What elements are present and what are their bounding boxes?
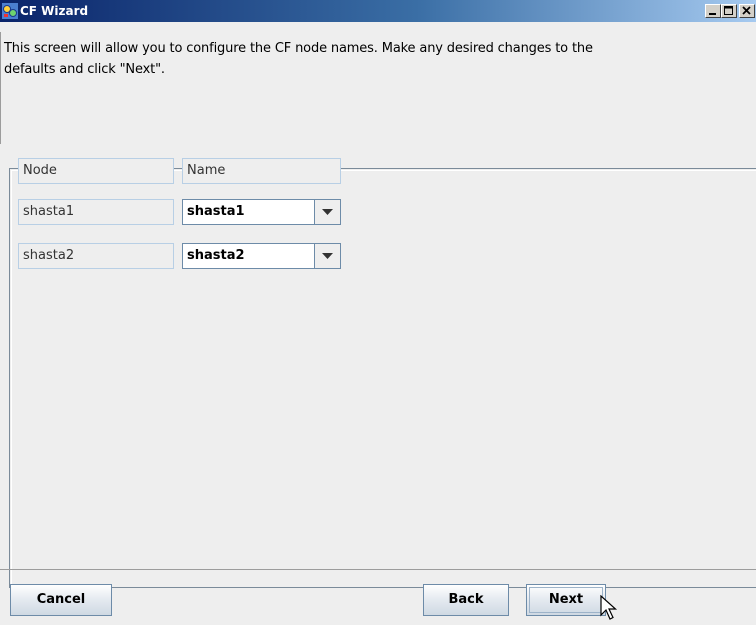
combo-value: shasta1 (187, 204, 245, 219)
minimize-button[interactable] (705, 4, 721, 18)
instructions-line-1: This screen will allow you to configure … (4, 41, 593, 56)
maximize-button[interactable] (721, 4, 737, 18)
footer-separator (0, 569, 756, 570)
chevron-down-icon (322, 253, 333, 259)
back-button[interactable]: Back (423, 584, 509, 616)
chevron-down-icon (322, 209, 333, 215)
instructions-text: This screen will allow you to configure … (4, 38, 744, 80)
cf-app-icon (2, 3, 18, 19)
combo-dropdown-button[interactable] (314, 200, 340, 224)
node-name-combo[interactable]: shasta1 (182, 199, 341, 225)
instructions-line-2: defaults and click "Next". (4, 62, 165, 77)
minimize-icon (709, 13, 716, 15)
mouse-cursor-icon (600, 595, 618, 620)
node-cell: shasta2 (18, 243, 174, 269)
name-column-header: Name (182, 158, 341, 184)
window-title: CF Wizard (20, 4, 89, 18)
node-names-panel-highlight (11, 170, 756, 586)
next-button[interactable]: Next (526, 584, 606, 616)
maximize-icon (724, 6, 733, 15)
node-cell: shasta1 (18, 199, 174, 225)
cancel-button[interactable]: Cancel (10, 584, 112, 616)
close-button[interactable] (739, 4, 755, 18)
combo-value: shasta2 (187, 248, 245, 263)
wizard-content: This screen will allow you to configure … (0, 22, 756, 625)
node-name-combo[interactable]: shasta2 (182, 243, 341, 269)
close-icon (742, 6, 751, 15)
combo-dropdown-button[interactable] (314, 244, 340, 268)
window-titlebar[interactable]: CF Wizard (0, 0, 756, 22)
node-column-header: Node (18, 158, 174, 184)
